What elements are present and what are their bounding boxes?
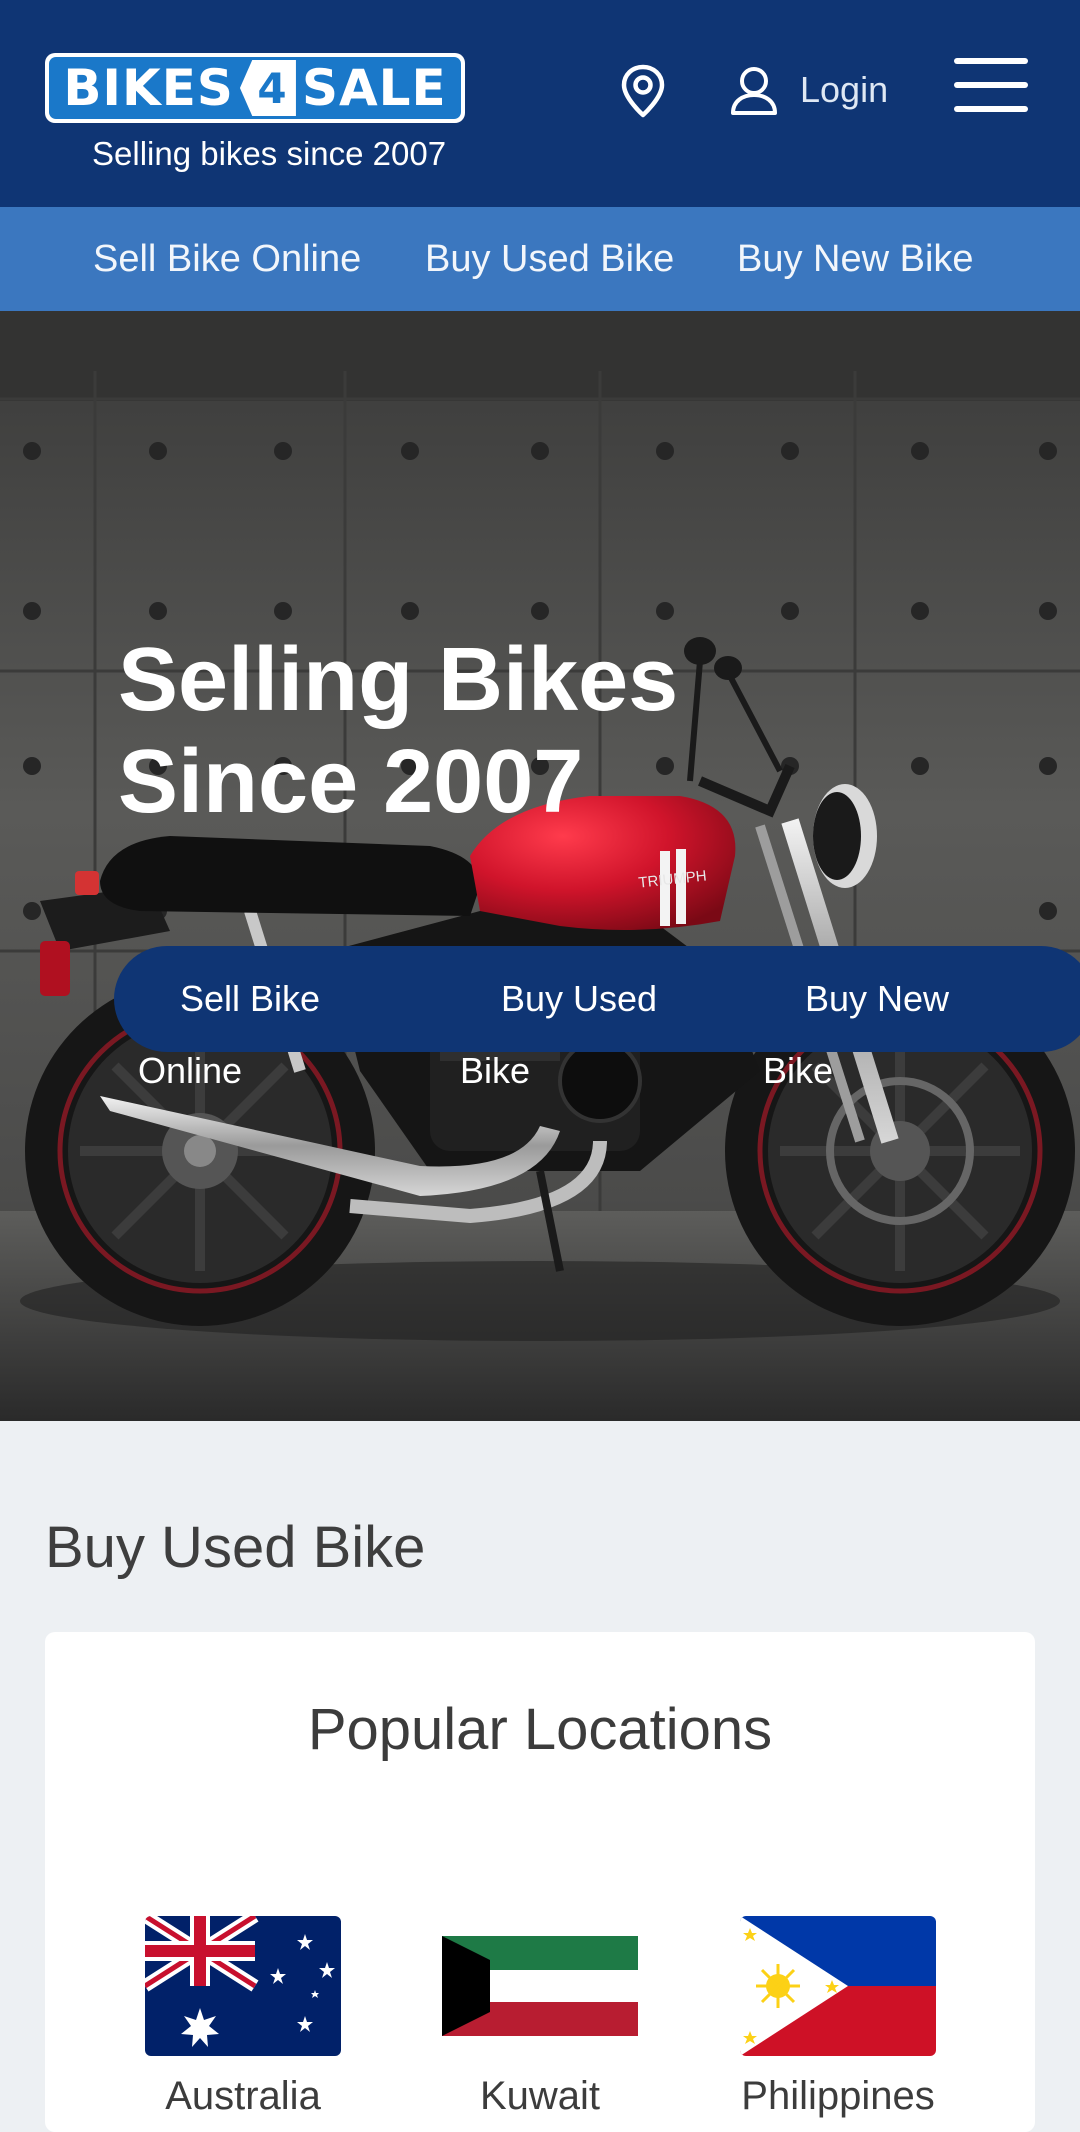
hero-title-line-1: Selling Bikes: [118, 630, 679, 730]
cta-sell-line-2: Online: [138, 1050, 243, 1091]
kuwait-flag[interactable]: [442, 1916, 638, 2056]
hero-cta-buy-new-bike[interactable]: Buy New Bike: [763, 963, 949, 1107]
logo-badge: BIKES 4 SALE: [49, 57, 461, 119]
location-button[interactable]: [620, 64, 666, 118]
hero-cta-sell-bike-online[interactable]: Sell Bike Online: [138, 963, 320, 1107]
hero-bike-image: TRIUMPH: [0, 311, 1080, 1421]
nav-sell-bike-online[interactable]: Sell Bike Online: [93, 207, 361, 311]
logo-number: 4: [239, 60, 296, 116]
cta-sell-line-1: Sell Bike: [180, 978, 321, 1019]
australia-flag-icon: [145, 1916, 341, 2056]
australia-flag[interactable]: [145, 1916, 341, 2056]
site-logo[interactable]: BIKES 4 SALE: [45, 53, 465, 123]
popular-locations-card: Popular Locations Australia Kuwait Phili…: [45, 1632, 1035, 2132]
hero-banner: TRIUMPH Selling Bikes Since 2007 Sell Bik…: [0, 311, 1080, 1421]
popular-locations-title: Popular Locations: [307, 1697, 773, 1762]
hero-title: Selling Bikes Since 2007: [118, 629, 678, 833]
philippines-flag-icon: [740, 1916, 936, 2056]
nav-buy-used-bike[interactable]: Buy Used Bike: [425, 207, 674, 311]
cta-used-line-2: Bike: [460, 1050, 531, 1091]
user-icon: [731, 67, 777, 115]
cta-used-line-1: Buy Used: [501, 978, 658, 1019]
map-pin-icon: [621, 64, 665, 118]
site-header: BIKES 4 SALE Selling bikes since 2007 Lo…: [0, 0, 1080, 207]
hero-cta-buy-used-bike[interactable]: Buy Used Bike: [460, 963, 657, 1107]
philippines-flag[interactable]: [740, 1916, 936, 2056]
hero-title-line-2: Since 2007: [118, 732, 584, 832]
login-button[interactable]: Login: [730, 62, 888, 118]
logo-text-bikes: BIKES: [63, 59, 234, 117]
hamburger-menu-button[interactable]: [954, 58, 1028, 114]
kuwait-flag-icon: [442, 1916, 638, 2056]
location-label-philippines[interactable]: Philippines: [688, 2072, 988, 2120]
secondary-nav: Sell Bike Online Buy Used Bike Buy New B…: [0, 207, 1080, 311]
menu-line-bottom: [954, 106, 1028, 112]
site-tagline: Selling bikes since 2007: [92, 135, 447, 172]
location-label-australia[interactable]: Australia: [93, 2072, 393, 2120]
nav-buy-new-bike[interactable]: Buy New Bike: [737, 207, 974, 311]
cta-new-line-2: Bike: [763, 1050, 834, 1091]
menu-line-top: [954, 58, 1028, 64]
menu-line-middle: [954, 82, 1028, 88]
location-label-kuwait[interactable]: Kuwait: [390, 2072, 690, 2120]
buy-used-section-title: Buy Used Bike: [45, 1515, 426, 1580]
logo-text-sale: SALE: [301, 59, 447, 117]
cta-new-line-1: Buy New: [805, 978, 950, 1019]
login-label: Login: [800, 69, 889, 110]
